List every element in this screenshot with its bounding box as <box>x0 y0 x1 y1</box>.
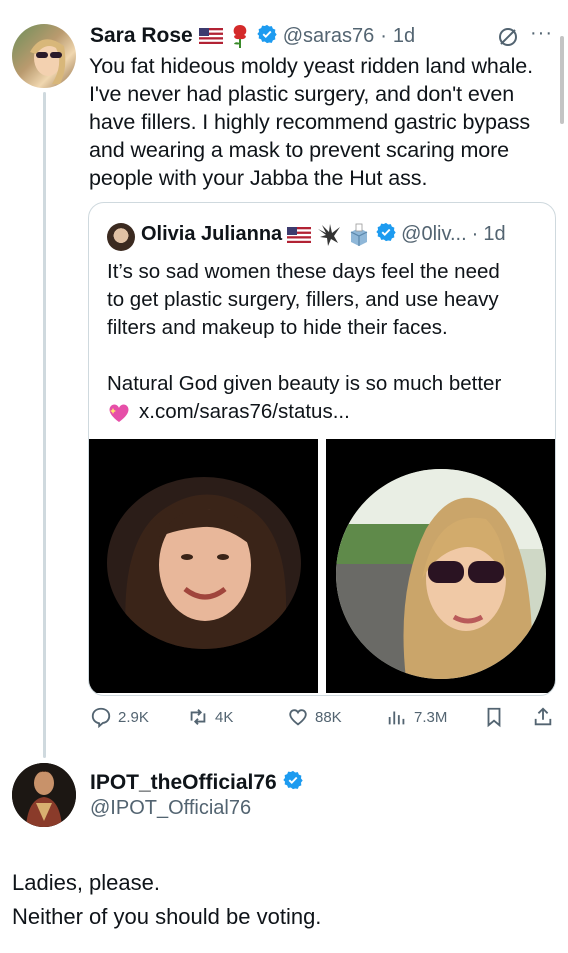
repost-icon <box>190 709 206 725</box>
tweet-text-line: I've never had plastic surgery, and don'… <box>89 82 515 106</box>
thread-connector-line <box>43 92 46 758</box>
share-button[interactable] <box>532 706 554 728</box>
quoted-header: Olivia Julianna @0liv... · 1d <box>141 222 506 247</box>
us-flag-icon <box>198 28 223 44</box>
reply-count: 2.9K <box>118 708 149 726</box>
media-image-right[interactable] <box>326 439 555 693</box>
views-chart-icon <box>388 711 405 725</box>
tweet-text-line: people with your Jabba the Hut ass. <box>89 166 428 190</box>
rose-icon <box>233 25 247 48</box>
reply-author-block: IPOT_theOfficial76 @IPOT_Official76 <box>90 770 303 820</box>
reply-author-name[interactable]: IPOT_theOfficial76 <box>90 771 277 795</box>
timestamp[interactable]: 1d <box>393 25 415 48</box>
portrait-icon <box>336 469 546 679</box>
tweet-text: You fat hideous moldy yeast ridden land … <box>89 52 559 192</box>
heart-icon <box>289 709 307 726</box>
tweet-text-line: have fillers. I highly recommend gastric… <box>89 110 531 134</box>
reply-avatar[interactable] <box>12 763 76 827</box>
scrollbar[interactable] <box>560 36 564 124</box>
quoted-text: It’s so sad women these days feel the ne… <box>107 258 547 426</box>
more-options-button[interactable]: ··· <box>530 22 553 45</box>
media-image-left[interactable] <box>89 439 318 693</box>
quoted-text-line: Natural God given beauty is so much bett… <box>107 372 502 395</box>
tweet-text-line: You fat hideous moldy yeast ridden land … <box>89 54 534 78</box>
like-count: 88K <box>315 708 342 726</box>
reply-icon <box>91 707 111 728</box>
quoted-timestamp[interactable]: 1d <box>483 223 505 246</box>
media-photo-woman-right <box>336 469 546 679</box>
author-name[interactable]: Sara Rose <box>90 24 193 48</box>
eagle-icon <box>318 223 341 246</box>
quoted-author-handle[interactable]: @0liv... <box>401 223 467 246</box>
reply-text-line: Ladies, please. <box>12 870 160 895</box>
repost-count: 4K <box>215 708 234 726</box>
quoted-link[interactable]: x.com/saras76/status... <box>139 398 350 426</box>
verified-badge-icon[interactable] <box>283 770 303 795</box>
grok-icon[interactable] <box>497 26 519 48</box>
repost-button[interactable]: 4K <box>187 706 233 728</box>
quoted-text-line: It’s so sad women these days feel the ne… <box>107 260 500 283</box>
reply-text-line: Neither of you should be voting. <box>12 904 322 929</box>
reply-author-handle[interactable]: @IPOT_Official76 <box>90 797 303 820</box>
like-button[interactable]: 88K <box>287 706 342 728</box>
ballot-box-icon <box>350 223 368 246</box>
tweet-text-line: and wearing a mask to prevent scaring mo… <box>89 138 510 162</box>
bookmark-button[interactable] <box>483 706 505 728</box>
reply-text: Ladies, please. Neither of you should be… <box>12 866 321 934</box>
us-flag-icon <box>287 226 312 243</box>
quoted-tweet[interactable]: Olivia Julianna @0liv... · 1d It’s so sa… <box>88 202 556 696</box>
views-button[interactable]: 7.3M <box>386 706 447 728</box>
quoted-text-line: filters and makeup to hide their faces. <box>107 316 448 339</box>
quoted-text-line: to get plastic surgery, fillers, and use… <box>107 288 499 311</box>
sparkling-heart-icon <box>109 404 129 422</box>
verified-badge-icon[interactable] <box>376 222 396 247</box>
quoted-avatar[interactable] <box>107 223 135 251</box>
views-count: 7.3M <box>414 708 448 726</box>
share-icon <box>534 707 552 726</box>
avatar[interactable] <box>12 24 76 88</box>
quoted-author-name[interactable]: Olivia Julianna <box>141 223 282 246</box>
verified-badge-icon[interactable] <box>257 24 277 49</box>
separator-dot: · <box>471 223 479 245</box>
media-photo-woman-left <box>107 477 301 649</box>
reply-button[interactable]: 2.9K <box>90 706 149 728</box>
author-handle[interactable]: @saras76 <box>283 25 374 48</box>
separator-dot: · <box>380 24 387 47</box>
bookmark-icon <box>487 707 501 728</box>
avatar-photo-icon <box>30 39 66 84</box>
avatar-photo-icon <box>12 763 76 827</box>
portrait-icon <box>107 477 301 649</box>
tweet-header: Sara Rose @saras76 · 1d <box>90 22 415 50</box>
